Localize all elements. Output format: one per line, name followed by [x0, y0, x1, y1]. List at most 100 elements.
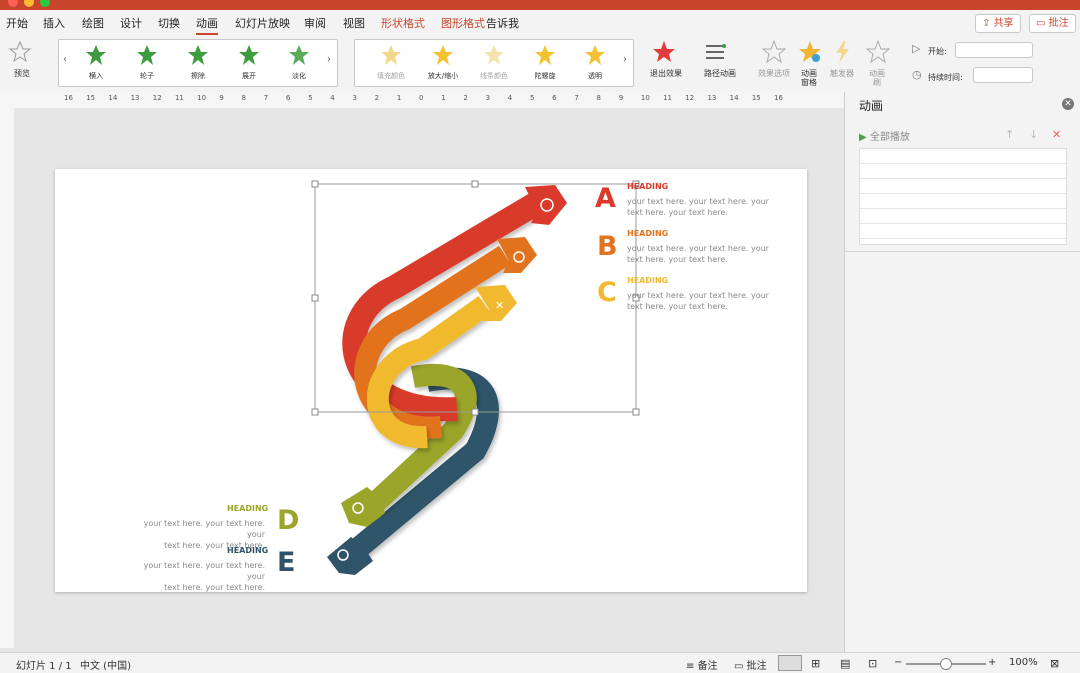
tab-tell-me[interactable]: 告诉我	[486, 15, 519, 31]
gallery-right-arrow-icon[interactable]: ›	[623, 54, 627, 65]
fit-to-window-icon[interactable]: ⊠	[1050, 657, 1059, 670]
slide[interactable]: ✕ A HEADING your text here. your text he…	[55, 169, 807, 592]
start-dropdown[interactable]	[955, 42, 1033, 58]
tab-design[interactable]: 设计	[120, 15, 142, 31]
share-button[interactable]: ⇪ 共享	[975, 14, 1021, 33]
effect-split[interactable]: 展开	[229, 44, 269, 81]
ruler-tick-label: 12	[685, 94, 695, 102]
normal-view-icon[interactable]	[778, 655, 802, 671]
yellow-star-icon	[433, 45, 453, 65]
tab-shape-format[interactable]: 形状格式	[381, 15, 425, 31]
tab-slideshow[interactable]: 幻灯片放映	[235, 15, 290, 31]
play-icon: ▷	[912, 42, 921, 55]
gallery-right-arrow-icon[interactable]: ›	[327, 54, 331, 65]
zoom-level[interactable]: 100%	[1009, 657, 1038, 668]
tab-insert[interactable]: 插入	[43, 15, 65, 31]
animation-ribbon: 预览 ‹ 横入 轮子 擦除 展开 淡化 › 填充颜色 放大/缩小 线条颜色 陀螺…	[0, 36, 1080, 93]
play-all-button[interactable]: ▶ 全部播放	[859, 128, 910, 143]
enter-effects-gallery: ‹ 横入 轮子 擦除 展开 淡化 ›	[58, 39, 338, 87]
yellow-star-icon	[585, 45, 605, 65]
effect-wipe[interactable]: 擦除	[178, 44, 218, 81]
exit-effects-button[interactable]: 退出效果	[648, 40, 688, 78]
close-pane-icon[interactable]: ✕	[1062, 98, 1074, 110]
body-c: your text here. your text here. your text…	[627, 291, 769, 311]
tab-animations[interactable]: 动画	[196, 15, 218, 35]
effect-grow-shrink[interactable]: 放大/缩小	[423, 44, 463, 81]
lightning-icon	[836, 41, 849, 63]
heading-d: HEADING	[227, 504, 269, 513]
slideshow-icon[interactable]: ⊡	[868, 657, 877, 670]
trigger-button[interactable]: 触发器	[830, 40, 860, 78]
move-up-icon[interactable]: ↑	[1005, 128, 1014, 141]
title-bar	[0, 0, 1080, 10]
effect-fade[interactable]: 淡化	[279, 44, 319, 81]
zoom-window-icon[interactable]	[40, 0, 50, 7]
effect-options-button[interactable]: 效果选项	[756, 39, 796, 78]
tab-home[interactable]: 开始	[6, 15, 28, 31]
ruler-tick-label: 10	[197, 94, 207, 102]
tab-graphic-format[interactable]: 图形格式	[441, 15, 485, 31]
body-e: your text here. your text here. your text…	[143, 561, 265, 592]
comments-button[interactable]: ▭ 批注	[734, 657, 767, 672]
ruler-tick-label: 7	[263, 94, 269, 102]
comment-button[interactable]: ▭ 批注	[1029, 14, 1076, 33]
letter-d: D	[277, 505, 300, 536]
green-star-icon	[86, 45, 106, 65]
animation-pane-button[interactable]: 动画 窗格	[798, 40, 826, 87]
reading-view-icon[interactable]: ▤	[840, 657, 850, 670]
ruler-tick-label: 11	[174, 94, 184, 102]
comment-icon: ▭	[1036, 18, 1049, 29]
pane-divider	[845, 251, 1080, 252]
gallery-left-arrow-icon[interactable]: ‹	[63, 54, 67, 65]
tab-review[interactable]: 审阅	[304, 15, 326, 31]
effect-line-color[interactable]: 线条颜色	[474, 44, 514, 81]
effect-transparency[interactable]: 透明	[575, 44, 615, 81]
yellow-star-icon	[381, 45, 401, 65]
move-down-icon[interactable]: ↓	[1029, 128, 1038, 141]
letter-e: E	[277, 547, 296, 578]
motion-path-button[interactable]: 路径动画	[702, 40, 742, 78]
play-icon: ▶	[859, 132, 867, 143]
preview-star-icon	[8, 40, 32, 63]
slide-sorter-icon[interactable]: ⊞	[811, 657, 820, 670]
green-star-icon	[188, 45, 208, 65]
language-indicator[interactable]: 中文 (中国)	[80, 657, 131, 672]
zoom-slider-handle[interactable]	[940, 658, 952, 670]
clock-icon: ◷	[912, 68, 922, 81]
ruler-tick-label: 8	[241, 94, 246, 102]
delete-icon[interactable]: ✕	[1052, 128, 1061, 141]
effect-fly-in[interactable]: 横入	[76, 44, 116, 81]
horizontal-ruler: 16 15 14 13 12 11 10 9 8 7 6 5 4 3 2 1 0 1 2 3 4 5 6 7 8 9 10 11 12 1…	[0, 92, 844, 109]
ruler-tick-label: 12	[152, 94, 162, 102]
effect-spin[interactable]: 陀螺旋	[525, 44, 565, 81]
zoom-out-icon[interactable]: −	[894, 657, 902, 668]
ruler-tick-label: 8	[596, 94, 601, 102]
close-window-icon[interactable]	[8, 0, 18, 7]
ruler-tick-label: 11	[663, 94, 672, 102]
yellow-star-icon	[484, 45, 504, 65]
notes-button[interactable]: ≡ 备注	[686, 657, 718, 672]
body-b: your text here. your text here. your text…	[627, 244, 769, 264]
tab-transitions[interactable]: 切换	[158, 15, 180, 31]
emphasis-effects-gallery: 填充颜色 放大/缩小 线条颜色 陀螺旋 透明 ›	[354, 39, 634, 87]
zoom-in-icon[interactable]: +	[988, 657, 996, 668]
ruler-tick-label: 7	[574, 94, 579, 102]
effect-fill-color[interactable]: 填充颜色	[371, 44, 411, 81]
tab-view[interactable]: 视图	[343, 15, 365, 31]
animation-painter-button[interactable]: 动画 刷	[865, 39, 894, 87]
letter-c: C	[597, 277, 617, 308]
duration-stepper[interactable]	[973, 67, 1033, 83]
effect-options-star-icon	[761, 39, 787, 64]
effect-wheel[interactable]: 轮子	[127, 44, 167, 81]
minimize-window-icon[interactable]	[24, 0, 34, 7]
motion-path-icon	[706, 44, 726, 59]
preview-button[interactable]: 预览	[8, 40, 36, 78]
heading-e: HEADING	[227, 546, 269, 555]
animation-list[interactable]	[859, 148, 1067, 245]
comment-icon: ▭	[734, 661, 747, 672]
heading-b: HEADING	[627, 229, 669, 238]
ruler-tick-label: 1	[396, 94, 402, 102]
status-bar: 幻灯片 1 / 1 中文 (中国) ≡ 备注 ▭ 批注 ⊞ ▤ ⊡ − + 10…	[0, 652, 1080, 673]
ruler-tick-label: 5	[308, 94, 313, 102]
tab-draw[interactable]: 绘图	[82, 15, 104, 31]
